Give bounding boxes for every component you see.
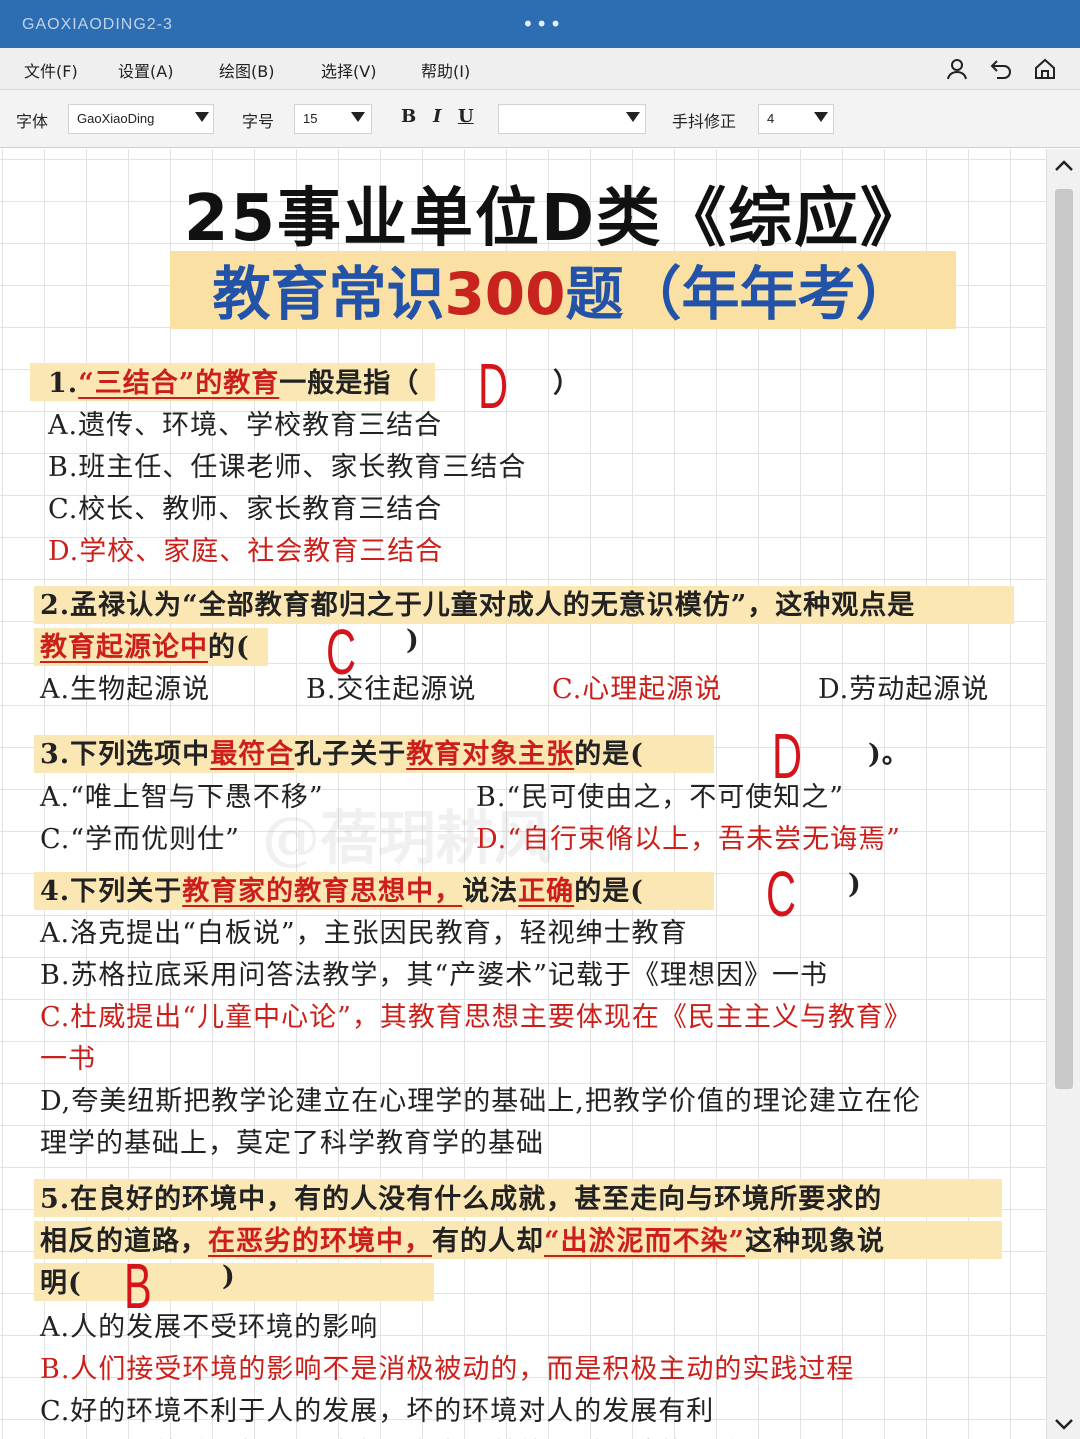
handwritten-answer: C (766, 858, 797, 930)
doc-subtitle: 教育常识300题（年年考） (212, 260, 914, 328)
option-cont: 理学的基础上，莫定了科学教育学的基础 (40, 1128, 544, 1159)
option-correct: C.心理起源说 (552, 674, 723, 705)
undo-icon[interactable] (988, 56, 1014, 82)
menu-settings[interactable]: 设置(A) (118, 58, 173, 82)
format-toolbar: 字体 GaoXiaoDing 字号 15 B I U 手抖修正 4 (0, 90, 1080, 148)
question-5-close: ) (222, 1261, 236, 1292)
shake-dropdown-icon[interactable] (814, 112, 828, 122)
option-correct: C.杜威提出“儿童中心论”，其教育思想主要体现在《民主主义与教育》 (40, 1002, 912, 1033)
font-select[interactable]: GaoXiaoDing (68, 104, 214, 134)
underline-button[interactable]: U (458, 106, 474, 127)
option: A.人的发展不受环境的影响 (40, 1312, 379, 1343)
option: A.“唯上智与下愚不移” (40, 782, 324, 813)
option: C.校长、教师、家长教育三结合 (48, 494, 443, 525)
scroll-up-icon[interactable] (1053, 155, 1075, 177)
question-1: 1.“三结合”的教育一般是指（ (48, 368, 420, 399)
size-label: 字号 (242, 112, 275, 131)
option-correct: D.“自行束脩以上，吾未尝无诲焉” (476, 824, 901, 855)
window-dots-icon[interactable]: ••• (522, 12, 563, 36)
menu-help[interactable]: 帮助(I) (421, 58, 470, 82)
vertical-scrollbar[interactable] (1046, 149, 1080, 1439)
font-dropdown-icon[interactable] (195, 112, 209, 122)
question-5-line2: 相反的道路，在恶劣的环境中，有的人却“出淤泥而不染”这种现象说 (40, 1226, 886, 1257)
question-3: 3.下列选项中最符合孔子关于教育对象主张的是( (40, 739, 644, 770)
document-canvas[interactable]: 25事业单位D类《综应》 教育常识300题（年年考） @蓓玥耕风 1.“三结合”… (0, 149, 1046, 1439)
question-2: 2.孟禄认为“全部教育都归之于儿童对成人的无意识模仿”，这种观点是 (40, 590, 916, 621)
option: D,夸美纽斯把教学论建立在心理学的基础上,把教学价值的理论建立在伦 (40, 1086, 921, 1117)
option: B.交往起源说 (306, 674, 477, 705)
option: C.好的环境不利于人的发展，坏的环境对人的发展有利 (40, 1396, 715, 1427)
option: A.遗传、环境、学校教育三结合 (48, 410, 443, 441)
menu-bar: 文件(F) 设置(A) 绘图(B) 选择(V) 帮助(I) (0, 48, 1080, 90)
option: D.人只要能够积极主动地发展自身，就能不受环境的影响 (40, 1431, 743, 1439)
handwritten-answer: D (478, 350, 509, 422)
style-dropdown-icon[interactable] (626, 112, 640, 122)
style-select[interactable] (498, 104, 646, 134)
question-3-close: )。 (868, 739, 910, 770)
user-icon[interactable] (944, 56, 970, 82)
question-5: 5.在良好的环境中，有的人没有什么成就，甚至走向与环境所要求的 (40, 1184, 883, 1215)
scroll-down-icon[interactable] (1053, 1413, 1075, 1435)
option-correct: B.人们接受环境的影响不是消极被动的，而是积极主动的实践过程 (40, 1354, 855, 1385)
menu-file[interactable]: 文件(F) (24, 58, 78, 82)
option: B.苏格拉底采用问答法教学，其“产婆术”记载于《理想因》一书 (40, 960, 829, 991)
font-label: 字体 (16, 112, 49, 131)
home-icon[interactable] (1032, 56, 1058, 82)
question-4-close: ) (848, 869, 862, 900)
doc-title: 25事业单位D类《综应》 (183, 182, 927, 256)
option: B.“民可使由之，不可使知之” (476, 782, 845, 813)
question-2-close: ) (406, 625, 420, 656)
question-5-line3: 明( (40, 1268, 82, 1299)
question-2-line2: 教育起源论中的( (40, 632, 250, 663)
bold-button[interactable]: B (401, 106, 416, 127)
italic-button[interactable]: I (433, 106, 441, 127)
window-titlebar: GAOXIAODING2-3 ••• (0, 0, 1080, 48)
menu-draw[interactable]: 绘图(B) (219, 58, 274, 82)
option: A.洛克提出“白板说”，主张因民教育，轻视绅士教育 (40, 918, 688, 949)
shake-correction-label: 手抖修正 (672, 112, 737, 131)
scroll-thumb[interactable] (1055, 189, 1073, 1089)
question-4: 4.下列关于教育家的教育思想中，说法正确的是( (40, 876, 644, 907)
question-1-close: ） (553, 368, 581, 399)
menu-select[interactable]: 选择(V) (321, 58, 376, 82)
option-correct: D.学校、家庭、社会教育三结合 (48, 536, 444, 567)
size-dropdown-icon[interactable] (351, 112, 365, 122)
window-title: GAOXIAODING2-3 (22, 16, 173, 33)
option: B.班主任、任课老师、家长教育三结合 (48, 452, 527, 483)
option: A.生物起源说 (40, 674, 211, 705)
option-correct-cont: 一书 (40, 1044, 96, 1075)
option: C.“学而优则仕” (40, 824, 240, 855)
option: D.劳动起源说 (818, 674, 990, 705)
